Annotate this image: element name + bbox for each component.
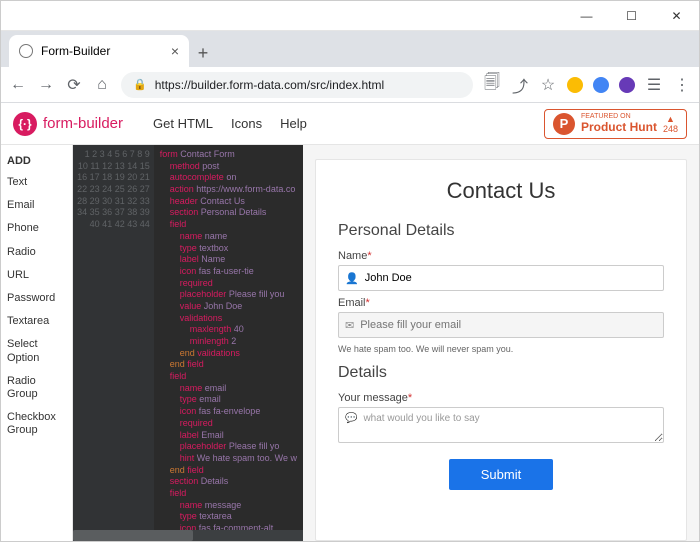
menu-get-html[interactable]: Get HTML <box>153 116 213 131</box>
browser-toolbar: ← → ⟳ ⌂ 🔒 https://builder.form-data.com/… <box>1 67 699 103</box>
reload-icon[interactable]: ⟳ <box>65 76 83 94</box>
code-content[interactable]: form Contact Form method post autocomple… <box>154 145 303 541</box>
forward-icon[interactable]: → <box>37 76 55 94</box>
browser-tabstrip: Form-Builder × + <box>1 31 699 67</box>
tab-close-icon[interactable]: × <box>171 43 179 59</box>
lock-icon: 🔒 <box>133 78 147 91</box>
required-marker: * <box>408 392 412 404</box>
sidebar-item-checkboxgroup[interactable]: Checkbox Group <box>5 406 68 442</box>
extension-icon[interactable] <box>593 77 609 93</box>
app-topbar: {·} form-builder Get HTML Icons Help P F… <box>1 103 699 145</box>
sidebar-item-email[interactable]: Email <box>5 194 68 217</box>
share-icon[interactable]: ⤴ <box>511 76 529 94</box>
name-input-row[interactable]: 👤 <box>338 265 664 291</box>
back-icon[interactable]: ← <box>9 76 27 94</box>
browser-tab[interactable]: Form-Builder × <box>9 35 189 67</box>
window-maximize[interactable]: ☐ <box>609 1 654 31</box>
window-minimize[interactable]: — <box>564 1 609 31</box>
message-placeholder: what would you like to say <box>363 413 479 437</box>
star-icon[interactable]: ☆ <box>539 76 557 94</box>
app-logo[interactable]: {·} form-builder <box>13 112 123 136</box>
user-icon: 👤 <box>345 272 359 285</box>
name-label: Name <box>338 250 367 262</box>
app-brand: form-builder <box>43 115 123 132</box>
required-marker: * <box>367 250 371 262</box>
url-text: https://builder.form-data.com/src/index.… <box>155 78 384 92</box>
email-input-row[interactable]: ✉ <box>338 312 664 338</box>
extension-icon[interactable] <box>619 77 635 93</box>
message-label: Your message <box>338 392 408 404</box>
translate-icon[interactable]: 🗐 <box>483 76 501 94</box>
email-hint: We hate spam too. We will never spam you… <box>338 344 664 354</box>
extension-icons: 🗐 ⤴ ☆ ☰ ⋮ <box>483 76 691 94</box>
sidebar-item-text[interactable]: Text <box>5 171 68 194</box>
sidebar-item-password[interactable]: Password <box>5 287 68 310</box>
tab-title: Form-Builder <box>41 44 110 58</box>
sidebar-item-select[interactable]: Select Option <box>5 333 68 369</box>
menu-help[interactable]: Help <box>280 116 307 131</box>
product-hunt-icon: P <box>553 113 575 135</box>
scrollbar-thumb[interactable] <box>73 530 193 541</box>
add-sidebar: ADD Text Email Phone Radio URL Password … <box>1 145 73 541</box>
extension-icon[interactable]: ☰ <box>645 76 663 94</box>
logo-badge-icon: {·} <box>13 112 37 136</box>
name-input[interactable] <box>365 272 657 284</box>
sidebar-item-radio[interactable]: Radio <box>5 241 68 264</box>
form-preview: Contact Us Personal Details Name* 👤 Emai… <box>303 145 699 541</box>
home-icon[interactable]: ⌂ <box>93 76 111 94</box>
product-hunt-badge[interactable]: P FEATURED ON Product Hunt ▲248 <box>544 109 687 139</box>
comment-icon: 💬 <box>345 413 357 437</box>
menu-icons[interactable]: Icons <box>231 116 262 131</box>
section-details: Details <box>338 364 664 382</box>
section-personal-details: Personal Details <box>338 222 664 240</box>
upvote-icon: ▲ <box>666 114 675 124</box>
sidebar-item-phone[interactable]: Phone <box>5 217 68 240</box>
line-gutter: 1 2 3 4 5 6 7 8 9 10 11 12 13 14 15 16 1… <box>73 145 154 541</box>
sidebar-item-radiogroup[interactable]: Radio Group <box>5 370 68 406</box>
code-editor[interactable]: 1 2 3 4 5 6 7 8 9 10 11 12 13 14 15 16 1… <box>73 145 303 541</box>
new-tab-button[interactable]: + <box>189 39 217 67</box>
extension-icon[interactable] <box>567 77 583 93</box>
sidebar-item-textarea[interactable]: Textarea <box>5 310 68 333</box>
sidebar-item-url[interactable]: URL <box>5 264 68 287</box>
message-textarea[interactable]: 💬 what would you like to say <box>338 407 664 443</box>
required-marker: * <box>366 297 370 309</box>
globe-icon <box>19 44 33 58</box>
email-input[interactable] <box>360 319 657 331</box>
window-titlebar: — ☐ ✕ <box>1 1 699 31</box>
form-header: Contact Us <box>338 178 664 204</box>
address-bar[interactable]: 🔒 https://builder.form-data.com/src/inde… <box>121 72 473 98</box>
menu-icon[interactable]: ⋮ <box>673 76 691 94</box>
editor-horizontal-scrollbar[interactable] <box>73 530 303 541</box>
ph-name-label: Product Hunt <box>581 121 657 134</box>
ph-count: 248 <box>663 124 678 134</box>
envelope-icon: ✉ <box>345 319 354 332</box>
window-close[interactable]: ✕ <box>654 1 699 31</box>
email-label: Email <box>338 297 366 309</box>
submit-button[interactable]: Submit <box>449 459 553 490</box>
sidebar-header: ADD <box>5 151 68 171</box>
